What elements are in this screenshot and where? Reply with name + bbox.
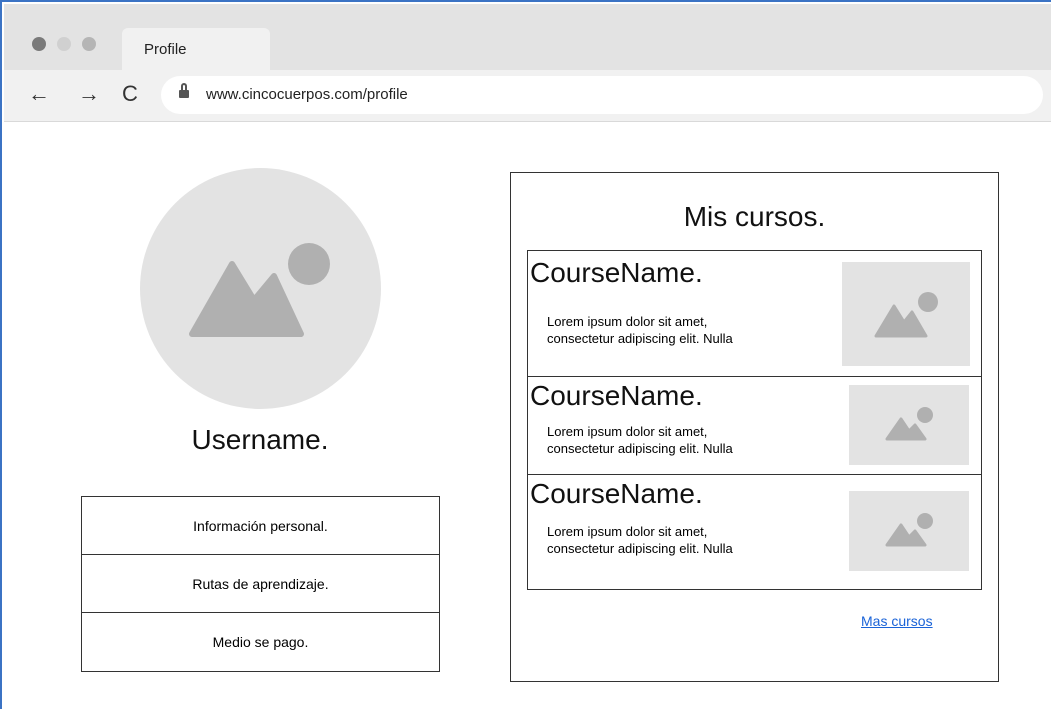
menu-item-payment-method[interactable]: Medio se pago. (82, 613, 439, 671)
course-card[interactable]: CourseName. Lorem ipsum dolor sit amet, … (528, 377, 981, 475)
address-bar[interactable]: www.cincocuerpos.com/profile (161, 76, 1043, 114)
image-placeholder-icon (874, 292, 938, 338)
course-description-line: Lorem ipsum dolor sit amet, (547, 424, 708, 439)
course-description: Lorem ipsum dolor sit amet, consectetur … (547, 423, 807, 457)
course-thumbnail (842, 262, 970, 366)
window-controls (32, 37, 96, 51)
forward-arrow-icon[interactable]: → (78, 82, 100, 106)
tab-title: Profile (144, 41, 187, 58)
course-name: CourseName. (530, 478, 703, 509)
course-card[interactable]: CourseName. Lorem ipsum dolor sit amet, … (528, 251, 981, 377)
more-courses-link[interactable]: Mas cursos (861, 613, 933, 629)
course-description-line: consectetur adipiscing elit. Nulla (547, 541, 733, 556)
back-arrow-icon[interactable]: ← (28, 82, 50, 106)
course-description-line: Lorem ipsum dolor sit amet, (547, 524, 708, 539)
profile-menu: Información personal. Rutas de aprendiza… (81, 496, 440, 672)
navigation-bar: ← → C www.cincocuerpos.com/profile (4, 70, 1051, 122)
maximize-window-button[interactable] (82, 37, 96, 51)
image-placeholder-icon (885, 513, 933, 547)
minimize-window-button[interactable] (57, 37, 71, 51)
course-name: CourseName. (530, 257, 703, 288)
menu-item-learning-paths[interactable]: Rutas de aprendizaje. (82, 555, 439, 613)
tab-strip: Profile (4, 4, 1051, 70)
tab-profile[interactable]: Profile (122, 28, 270, 70)
menu-item-personal-info[interactable]: Información personal. (82, 497, 439, 555)
course-card[interactable]: CourseName. Lorem ipsum dolor sit amet, … (528, 475, 981, 589)
courses-title: Mis cursos. (683, 201, 826, 232)
course-description: Lorem ipsum dolor sit amet, consectetur … (547, 313, 807, 347)
avatar (140, 168, 381, 409)
my-courses-panel: Mis cursos. CourseName. Lorem ipsum dolo… (510, 172, 999, 682)
lock-icon (179, 83, 189, 100)
course-description-line: consectetur adipiscing elit. Nulla (547, 441, 733, 456)
image-placeholder-icon (885, 407, 933, 441)
course-thumbnail (849, 385, 969, 465)
course-description: Lorem ipsum dolor sit amet, consectetur … (547, 523, 807, 557)
close-window-button[interactable] (32, 37, 46, 51)
reload-icon[interactable]: C (122, 82, 138, 106)
course-name: CourseName. (530, 380, 703, 411)
username: Username. (191, 424, 329, 455)
course-list: CourseName. Lorem ipsum dolor sit amet, … (527, 250, 982, 590)
course-thumbnail (849, 491, 969, 571)
image-placeholder-icon (189, 243, 330, 337)
url-text[interactable]: www.cincocuerpos.com/profile (206, 86, 408, 103)
course-description-line: Lorem ipsum dolor sit amet, (547, 314, 708, 329)
course-description-line: consectetur adipiscing elit. Nulla (547, 331, 733, 346)
